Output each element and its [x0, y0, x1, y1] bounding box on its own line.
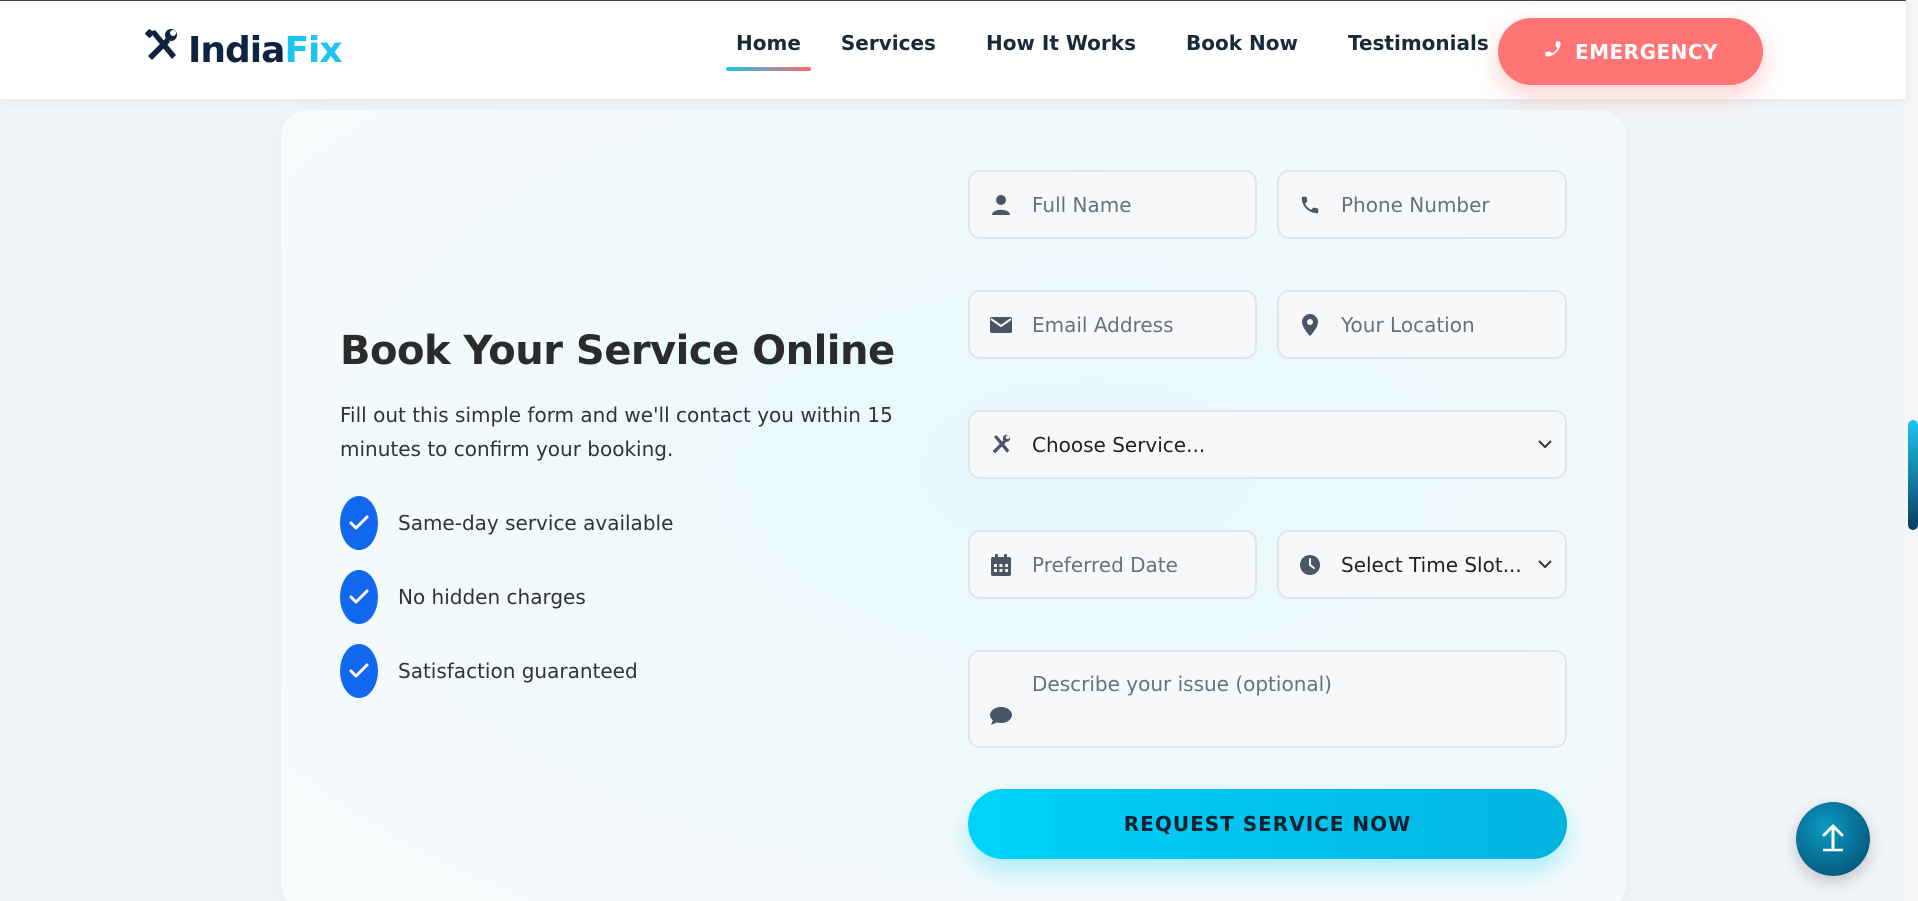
user-icon	[970, 172, 1032, 237]
full-name-input[interactable]	[1032, 172, 1281, 237]
brand-logo[interactable]: IndiaFix	[142, 28, 343, 71]
date-input[interactable]	[1032, 532, 1281, 597]
nav-item-services[interactable]: Services	[841, 31, 936, 69]
check-icon	[340, 496, 378, 550]
request-service-button[interactable]: REQUEST SERVICE NOW	[968, 789, 1567, 859]
full-name-field	[968, 170, 1281, 239]
date-field	[968, 530, 1281, 599]
feature-item: Satisfaction guaranteed	[340, 644, 638, 698]
time-slot-select[interactable]: Select Time Slot...	[1277, 530, 1567, 599]
brand-name-part2: Fix	[284, 29, 342, 71]
clock-icon	[1279, 532, 1341, 597]
location-input[interactable]	[1341, 292, 1590, 357]
issue-field	[968, 650, 1567, 748]
phone-icon	[1279, 172, 1341, 237]
check-icon	[340, 570, 378, 624]
tools-icon	[970, 412, 1032, 477]
brand-name-part1: India	[188, 29, 285, 71]
feature-label: No hidden charges	[398, 585, 586, 609]
arrow-up-icon	[1820, 822, 1846, 856]
feature-label: Satisfaction guaranteed	[398, 659, 638, 683]
feature-item: No hidden charges	[340, 570, 586, 624]
booking-title: Book Your Service Online	[340, 328, 895, 374]
location-field	[1277, 290, 1590, 359]
chevron-down-icon	[1525, 440, 1565, 449]
phone-icon	[1543, 39, 1563, 64]
scroll-to-top-button[interactable]	[1796, 802, 1870, 876]
service-select[interactable]: Choose Service...	[968, 410, 1567, 479]
envelope-icon	[970, 292, 1032, 357]
main-nav: Home Services How It Works Book Now Test…	[726, 31, 1489, 71]
tools-icon	[142, 26, 182, 75]
nav-item-home[interactable]: Home	[726, 31, 811, 71]
phone-field	[1277, 170, 1590, 239]
scrollbar-thumb[interactable]	[1908, 420, 1918, 530]
chevron-down-icon	[1525, 560, 1565, 569]
feature-label: Same-day service available	[398, 511, 674, 535]
site-header: IndiaFix Home Services How It Works Book…	[0, 0, 1906, 99]
emergency-button[interactable]: EMERGENCY	[1498, 18, 1763, 85]
nav-item-testimonials[interactable]: Testimonials	[1348, 31, 1489, 69]
nav-item-how-it-works[interactable]: How It Works	[986, 31, 1136, 69]
time-slot-value: Select Time Slot...	[1341, 552, 1522, 577]
email-field	[968, 290, 1281, 359]
map-pin-icon	[1279, 292, 1341, 357]
email-input[interactable]	[1032, 292, 1281, 357]
service-select-value: Choose Service...	[1032, 432, 1206, 457]
nav-item-book-now[interactable]: Book Now	[1186, 31, 1298, 69]
feature-item: Same-day service available	[340, 496, 673, 550]
check-icon	[340, 644, 378, 698]
issue-textarea[interactable]	[1032, 652, 1565, 746]
emergency-label: EMERGENCY	[1574, 39, 1719, 64]
phone-input[interactable]	[1341, 172, 1590, 237]
booking-subtitle: Fill out this simple form and we'll cont…	[340, 403, 893, 461]
calendar-icon	[970, 532, 1032, 597]
comment-icon	[970, 652, 1032, 746]
